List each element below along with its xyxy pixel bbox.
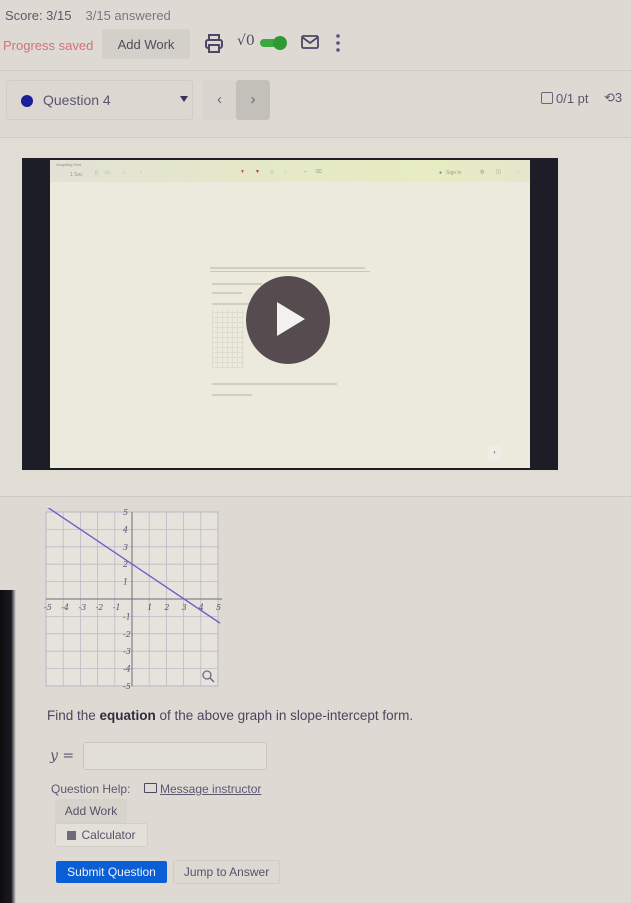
lasso-icon: ◌ [284,169,287,175]
highlighter-icon: ▼ [255,169,260,175]
save-icon: ▯ [95,170,98,176]
play-icon [277,302,305,336]
jump-to-answer-button[interactable]: Jump to Answer [173,860,280,884]
previous-question-button[interactable]: ‹ [203,80,236,120]
share-icon: ◍ [480,169,485,175]
add-work-help-button[interactable]: Add Work [55,799,127,823]
x-tick-label: -2 [96,603,104,612]
next-question-button[interactable]: › [236,80,270,120]
calculator-label: Calculator [81,828,136,842]
x-tick-label: 3 [182,603,187,612]
x-tick-label: 5 [216,603,221,612]
question-prompt: Find the equation of the above graph in … [47,708,413,723]
doc-line [210,267,365,269]
retry-count: 3 [614,90,623,105]
video-toolbar-left: 1 Sec [70,172,83,178]
question-select-label: Question 4 [43,92,111,108]
question-select[interactable]: Question 4 [6,80,193,120]
x-tick-label: 2 [163,603,169,612]
doc-line [212,303,252,305]
video-recorded-toolbar: 1 Sec ▯ ▭ ○ ▫ ▼ ▼ ◇ ◌ ⌐ ⌧ ● Sign in ◍ ◫ … [50,160,530,182]
question-help-label: Question Help: [51,782,131,796]
add-work-button[interactable]: Add Work [102,29,190,59]
math-input-toggle-label: √0 [237,33,255,49]
message-instructor-label: Message instructor [160,782,262,796]
y-tick-label: 5 [123,508,128,517]
prompt-after: of the above graph in slope-intercept fo… [155,708,414,723]
select-icon: ⌐ [304,169,307,175]
retry-status: ⟲3 [604,90,622,106]
video-toolbar-right: Sign in [446,170,462,176]
copy-icon: ▭ [105,170,110,176]
video-corner-button[interactable]: ◐ [488,446,502,460]
toggle-knob [273,36,287,50]
progress-saved-status: Progress saved [3,38,94,53]
message-instructor-link[interactable]: Message instructor [144,782,261,796]
x-tick-label: -1 [113,603,121,612]
y-tick-label: -2 [123,630,131,639]
pen-icon: ◫ [496,169,501,175]
video-play-button[interactable] [246,276,330,364]
mail-icon[interactable] [300,33,320,51]
prompt-bold: equation [99,708,156,723]
kebab-menu-icon[interactable] [334,32,342,54]
x-tick-label: 1 [147,603,152,612]
question-status-dot [21,95,33,107]
answered-text: 3/15 answered [85,8,171,23]
doc-mini-graph [212,310,244,368]
marker-icon: ▼ [240,169,245,175]
score-status: Score: 3/15 3/15 answered [5,8,171,23]
screen-bezel [0,590,16,903]
caret-down-icon [180,96,188,102]
calculator-button[interactable]: Calculator [55,823,148,847]
answer-input[interactable] [83,742,267,770]
calculator-icon [67,831,77,840]
points-text: 0/1 pt [556,91,589,106]
prompt-before: Find the [47,708,100,723]
answer-label: y = [50,748,75,764]
mail-icon [144,783,157,793]
doc-line [212,283,262,285]
coordinate-graph: -5 -4 -3 -2 -1 1 2 3 4 554321-1-2-3-4-5 [44,508,222,690]
retry-icon: ⟲ [604,90,615,105]
settings-icon: ▫ [140,170,142,176]
video-doc-title: Graphing Text [56,162,81,167]
doc-line [212,394,252,396]
sign-in-icon: ● [439,170,443,176]
y-tick-label: -3 [123,647,131,656]
chevron-left-icon: ‹ [217,91,222,108]
doc-line [212,383,337,385]
doc-line [212,292,242,294]
chevron-right-icon: › [250,91,256,108]
x-tick-label: -5 [44,603,52,612]
clock-icon: ○ [122,170,126,176]
y-tick-label: 1 [123,578,128,587]
y-tick-label: 3 [123,543,128,552]
x-tick-label: -4 [61,603,69,612]
text-icon: ⌧ [316,169,322,175]
y-tick-label: -4 [123,665,131,674]
checkbox-icon [541,92,553,104]
eraser-icon: ◇ [270,169,274,175]
score-text: Score: 3/15 [5,8,72,23]
y-tick-label: -5 [123,682,131,690]
y-tick-label: -1 [123,612,131,621]
doc-rule [210,271,370,272]
submit-question-button[interactable]: Submit Question [56,861,167,883]
math-input-toggle[interactable] [258,36,288,50]
y-tick-label: 4 [122,525,128,534]
x-tick-label: -3 [78,603,86,612]
printer-icon[interactable] [204,33,224,55]
points-status: 0/1 pt [541,91,589,106]
divider [0,70,631,71]
more-icon: ⋯ [516,169,521,175]
